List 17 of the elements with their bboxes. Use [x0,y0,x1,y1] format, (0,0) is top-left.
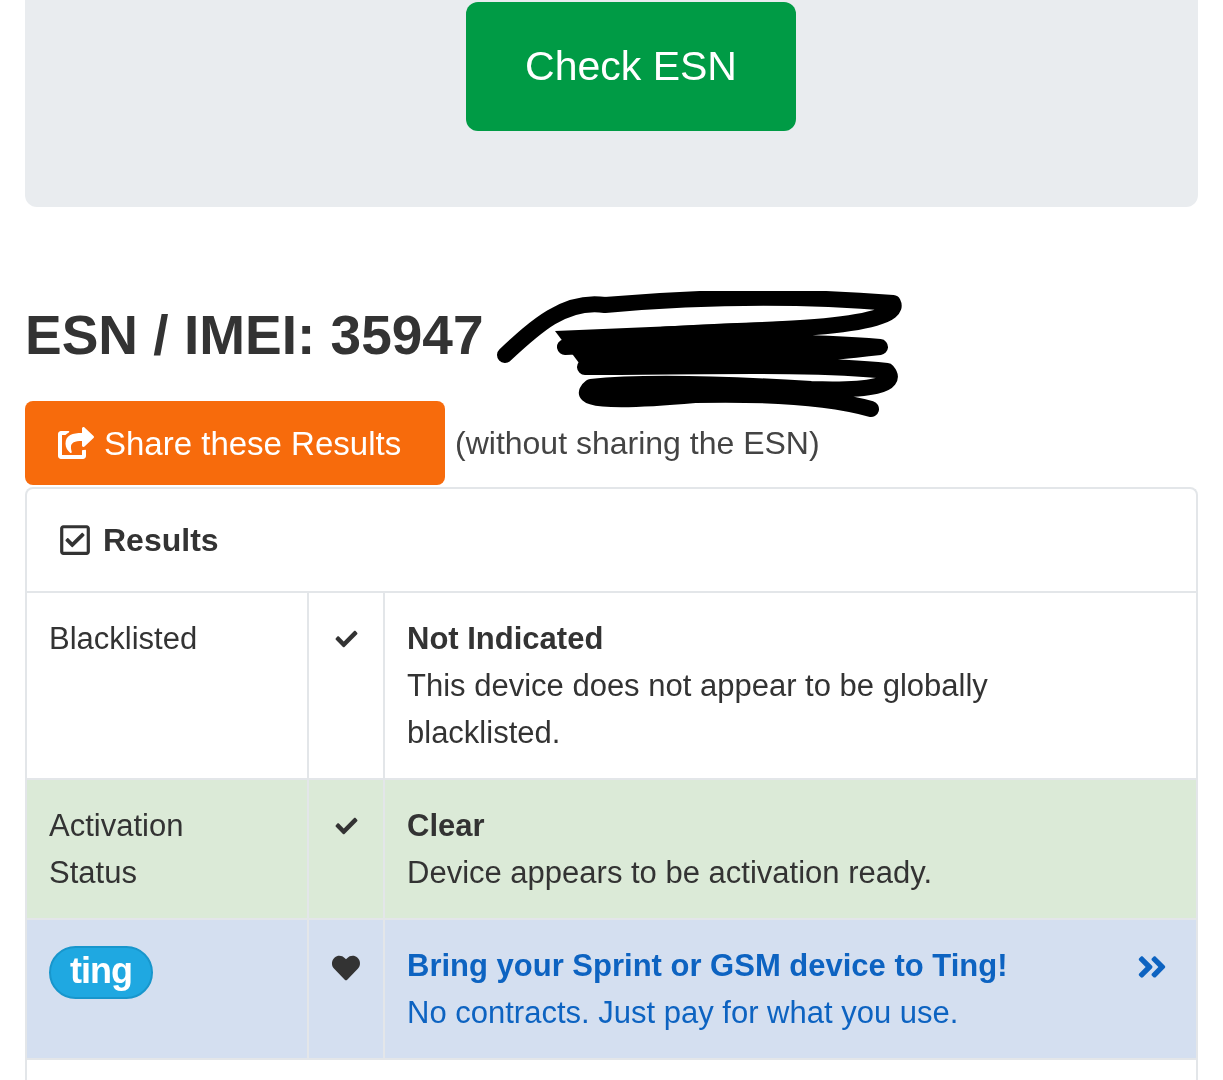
page-heading: ESN / IMEI: 35947 [25,303,484,367]
share-note: (without sharing the ESN) [455,424,820,463]
status-detail: Device appears to be activation ready. [407,854,932,892]
results-title: Results [103,521,219,560]
share-results-button[interactable]: Share these Results [25,401,445,485]
row-label: Activation Status [49,807,185,892]
status-title: Clear [407,807,486,845]
share-icon [58,427,94,459]
heart-icon [330,954,362,982]
checkbox-icon [57,523,93,557]
status-detail: This device does not appear to be globally blacklisted. [407,667,989,752]
status-title: Not Indicated [407,620,605,658]
promo-detail: No contracts. Just pay for what you use. [407,994,960,1032]
row-label: Blacklisted [49,620,199,658]
promo-link[interactable]: Bring your Sprint or GSM device to Ting! [407,942,1008,989]
check-esn-button[interactable]: Check ESN [466,2,796,131]
brand-logo: ting [49,946,153,999]
